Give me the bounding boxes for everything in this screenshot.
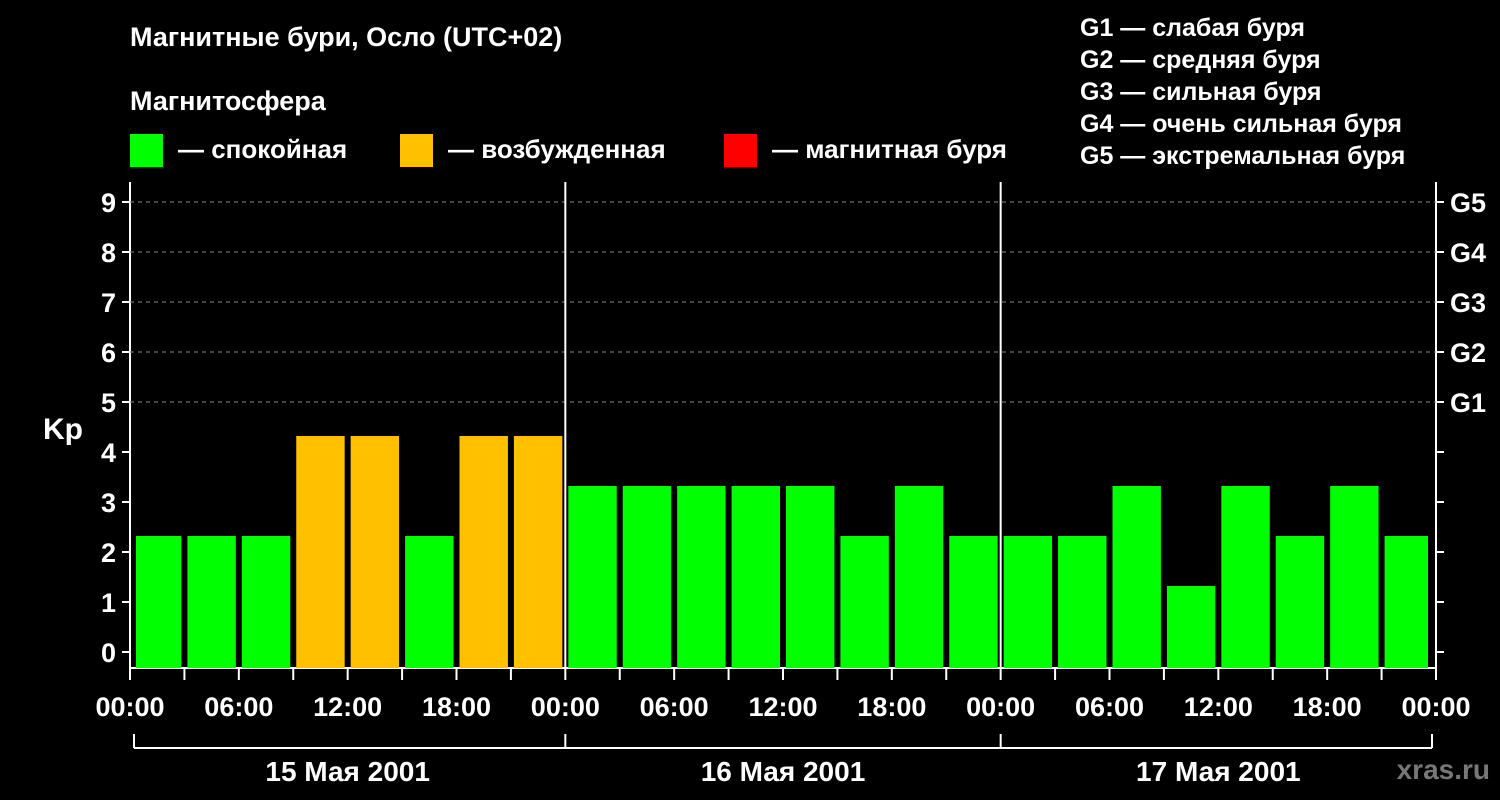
x-tick-label: 00:00 (1401, 692, 1470, 722)
bar-kp (568, 486, 617, 668)
y-tick-label: 2 (101, 538, 116, 568)
x-tick-label: 12:00 (1184, 692, 1253, 722)
y-tick-label: 5 (101, 388, 116, 418)
bar-kp (622, 486, 672, 668)
x-tick-label: 18:00 (422, 692, 491, 722)
g-level-label-g4: G4 (1450, 238, 1486, 268)
bar-kp (405, 536, 454, 668)
g-level-label-g5: G5 (1450, 188, 1486, 218)
bar-kp (459, 436, 508, 668)
x-tick-label: 00:00 (95, 692, 164, 722)
y-axis-label: Kp (43, 413, 83, 446)
y-tick-label: 8 (101, 238, 116, 268)
bar-kp (786, 486, 835, 668)
x-tick-label: 00:00 (531, 692, 600, 722)
bar-kp (350, 436, 400, 668)
bar-kp (1330, 486, 1379, 668)
bar-kp (241, 536, 291, 668)
x-tick-label: 18:00 (1293, 692, 1362, 722)
x-tick-label: 06:00 (1075, 692, 1144, 722)
bar-kp (894, 486, 944, 668)
bar-kp (187, 536, 236, 668)
y-tick-label: 9 (101, 188, 116, 218)
day-label: 16 Мая 2001 (701, 756, 866, 787)
g-level-label-g1: G1 (1450, 388, 1486, 418)
bar-kp (296, 436, 345, 668)
bar-kp (1384, 536, 1428, 668)
bar-kp (1221, 486, 1270, 668)
y-tick-label: 4 (101, 438, 116, 468)
y-tick-label: 7 (101, 288, 116, 318)
day-label: 15 Мая 2001 (265, 756, 430, 787)
day-label: 17 Мая 2001 (1136, 756, 1301, 787)
bar-kp (136, 536, 182, 668)
bar-kp (731, 486, 780, 668)
y-tick-label: 0 (101, 638, 116, 668)
y-tick-label: 3 (101, 488, 116, 518)
y-tick-label: 1 (101, 588, 116, 618)
bar-kp (513, 436, 563, 668)
g-level-label-g3: G3 (1450, 288, 1486, 318)
bar-kp (1112, 486, 1161, 668)
kp-chart: G1 G2 G3 G4 G5 0 1 2 3 4 5 6 7 8 9 Kp 00:00 06:00 12:00 18:… (43, 182, 1486, 787)
bar-kp (1166, 586, 1216, 668)
x-tick-label: 06:00 (640, 692, 709, 722)
x-tick-label: 06:00 (204, 692, 273, 722)
bar-kp (840, 536, 889, 668)
bar-kp (949, 536, 998, 668)
watermark: xras.ru (1396, 754, 1490, 785)
x-tick-label: 00:00 (966, 692, 1035, 722)
x-tick-label: 12:00 (748, 692, 817, 722)
y-tick-label: 6 (101, 338, 116, 368)
x-tick-label: 18:00 (857, 692, 926, 722)
bar-kp (1275, 536, 1325, 668)
bar-kp (1058, 536, 1107, 668)
bar-kp (677, 486, 726, 668)
bar-kp (1003, 536, 1053, 668)
g-level-label-g2: G2 (1450, 338, 1486, 368)
x-tick-label: 12:00 (313, 692, 382, 722)
